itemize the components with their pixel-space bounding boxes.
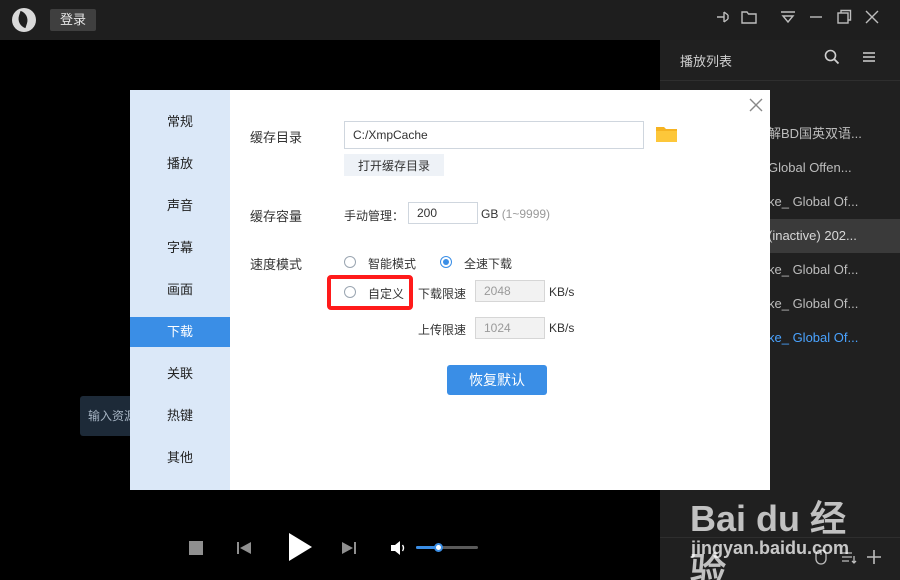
upload-limit-input[interactable] xyxy=(475,317,545,339)
cache-size-unit: GB (1~9999) xyxy=(481,207,551,221)
download-limit-input[interactable] xyxy=(475,280,545,302)
minimize-icon[interactable] xyxy=(804,8,828,32)
menu-down-icon[interactable] xyxy=(776,8,800,32)
watermark-url: jingyan.baidu.com xyxy=(691,538,850,558)
radio-smart-mode[interactable] xyxy=(344,256,356,268)
download-limit-label: 下载限速 xyxy=(418,287,467,301)
nav-hotkeys[interactable]: 热键 xyxy=(130,401,230,431)
download-limit-unit: KB/s xyxy=(549,285,575,299)
cache-size-label: 缓存容量 xyxy=(250,209,303,224)
playlist-title: 播放列表 xyxy=(680,54,733,69)
nav-download[interactable]: 下载 xyxy=(130,317,230,347)
close-window-icon[interactable] xyxy=(860,8,884,32)
dialog-close-icon[interactable] xyxy=(747,96,765,114)
title-bar: 登录 xyxy=(0,0,900,40)
full-speed-label: 全速下载 xyxy=(464,257,513,271)
folder-icon[interactable] xyxy=(656,125,678,143)
highlight-annotation xyxy=(327,275,413,310)
nav-general[interactable]: 常规 xyxy=(130,107,230,137)
nav-subtitle[interactable]: 字幕 xyxy=(130,233,230,263)
upload-limit-label: 上传限速 xyxy=(418,323,467,337)
list-menu-icon[interactable] xyxy=(857,48,881,72)
radio-full-speed[interactable] xyxy=(440,256,452,268)
settings-nav: 常规 播放 声音 字幕 画面 下载 关联 热键 其他 xyxy=(130,90,230,490)
nav-audio[interactable]: 声音 xyxy=(130,191,230,221)
volume-knob[interactable] xyxy=(433,543,443,552)
nav-association[interactable]: 关联 xyxy=(130,359,230,389)
divider xyxy=(660,80,900,81)
app-logo-icon xyxy=(12,8,36,32)
volume-icon[interactable] xyxy=(390,540,408,556)
settings-dialog: 常规 播放 声音 字幕 画面 下载 关联 热键 其他 缓存目录 打开缓存目录 缓… xyxy=(130,90,770,490)
manual-manage-label: 手动管理： xyxy=(344,209,405,223)
restore-defaults-button[interactable]: 恢复默认 xyxy=(447,365,547,395)
cache-dir-label: 缓存目录 xyxy=(250,130,303,145)
folder-icon[interactable] xyxy=(737,8,761,32)
nav-playback[interactable]: 播放 xyxy=(130,149,230,179)
watermark-brand: Bai du 经验 xyxy=(690,498,847,580)
next-button[interactable] xyxy=(341,540,357,556)
volume-slider[interactable] xyxy=(416,543,478,552)
search-icon[interactable] xyxy=(820,48,844,72)
speed-mode-label: 速度模式 xyxy=(250,257,303,272)
smart-mode-label: 智能模式 xyxy=(368,257,417,271)
cache-dir-input[interactable] xyxy=(344,121,644,149)
restore-icon[interactable] xyxy=(832,8,856,32)
play-button[interactable] xyxy=(287,532,313,562)
cache-size-input[interactable] xyxy=(408,202,478,224)
baidu-jingyan-watermark: Bai du 经验 jingyan.baidu.com xyxy=(690,490,880,580)
login-button[interactable]: 登录 xyxy=(50,9,96,31)
upload-limit-unit: KB/s xyxy=(549,321,575,335)
nav-video[interactable]: 画面 xyxy=(130,275,230,305)
nav-other[interactable]: 其他 xyxy=(130,443,230,473)
previous-button[interactable] xyxy=(236,540,252,556)
open-cache-dir-button[interactable]: 打开缓存目录 xyxy=(344,154,444,176)
stop-button[interactable] xyxy=(189,541,203,555)
pin-icon[interactable] xyxy=(710,8,734,32)
